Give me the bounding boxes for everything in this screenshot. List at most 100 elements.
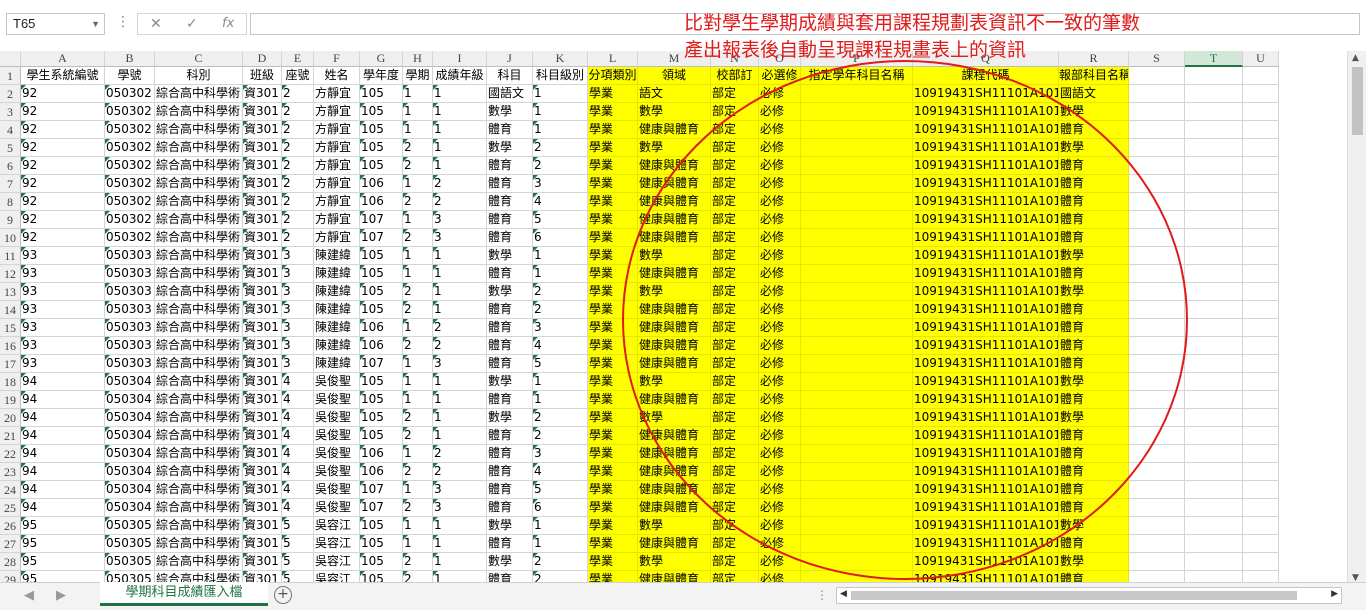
table-cell[interactable]: 10919431SH11101A1010815 [913,355,1059,373]
table-cell[interactable]: 資301 [243,337,282,355]
table-cell[interactable]: 107 [360,355,403,373]
table-cell[interactable]: 1 [533,103,588,121]
table-cell[interactable]: 92 [21,229,105,247]
table-cell[interactable]: 5 [282,535,314,553]
column-header-h[interactable]: H [403,51,433,67]
table-cell[interactable]: 95 [21,553,105,571]
table-cell[interactable]: 學業 [588,463,638,481]
table-cell[interactable]: 10919431SH11101A1010815 [913,463,1059,481]
table-cell[interactable]: 學業 [588,319,638,337]
header-cell[interactable]: 科目級別 [533,67,588,85]
table-cell[interactable]: 050305 [105,553,155,571]
table-cell[interactable]: 數學 [1059,409,1129,427]
table-cell[interactable]: 94 [21,445,105,463]
table-cell[interactable] [1243,103,1279,121]
table-cell[interactable]: 3 [282,319,314,337]
table-cell[interactable]: 3 [433,355,487,373]
table-cell[interactable] [1243,193,1279,211]
table-cell[interactable]: 1 [433,373,487,391]
table-cell[interactable]: 10919431SH11101A1010815 [913,481,1059,499]
row-header[interactable]: 5 [0,139,21,157]
table-cell[interactable]: 學業 [588,85,638,103]
table-cell[interactable]: 94 [21,409,105,427]
table-cell[interactable]: 3 [433,481,487,499]
table-cell[interactable] [801,301,913,319]
table-cell[interactable]: 部定 [711,391,759,409]
row-header[interactable]: 13 [0,283,21,301]
table-cell[interactable]: 學業 [588,445,638,463]
table-cell[interactable]: 6 [533,499,588,517]
table-cell[interactable] [1185,265,1243,283]
table-cell[interactable]: 10919431SH11101A1010815 [913,121,1059,139]
table-cell[interactable]: 部定 [711,265,759,283]
table-cell[interactable] [1129,103,1185,121]
header-cell[interactable]: 學號 [105,67,155,85]
table-cell[interactable]: 部定 [711,193,759,211]
table-cell[interactable]: 綜合高中科學術自然 [155,175,243,193]
table-cell[interactable]: 體育 [487,175,533,193]
table-cell[interactable] [1243,463,1279,481]
table-cell[interactable] [1129,499,1185,517]
table-cell[interactable]: 10919431SH11101A1010203 [913,283,1059,301]
table-cell[interactable]: 1 [403,373,433,391]
column-header-j[interactable]: J [487,51,533,67]
table-cell[interactable]: 體育 [487,211,533,229]
table-cell[interactable]: 106 [360,337,403,355]
table-cell[interactable]: 1 [533,535,588,553]
header-cell[interactable]: 領域 [638,67,711,85]
table-cell[interactable]: 部定 [711,301,759,319]
table-cell[interactable]: 93 [21,247,105,265]
table-cell[interactable]: 體育 [1059,355,1129,373]
table-cell[interactable]: 106 [360,463,403,481]
table-cell[interactable] [1243,175,1279,193]
table-cell[interactable]: 050304 [105,409,155,427]
table-cell[interactable]: 050302 [105,229,155,247]
table-cell[interactable]: 學業 [588,391,638,409]
table-cell[interactable]: 050304 [105,445,155,463]
table-cell[interactable]: 陳建緯 [314,319,360,337]
table-cell[interactable]: 必修 [759,481,801,499]
table-cell[interactable]: 4 [282,445,314,463]
table-cell[interactable] [1129,121,1185,139]
table-cell[interactable]: 體育 [1059,337,1129,355]
table-cell[interactable]: 綜合高中科學術自然 [155,499,243,517]
row-header[interactable]: 9 [0,211,21,229]
table-cell[interactable] [801,427,913,445]
table-cell[interactable]: 必修 [759,463,801,481]
table-cell[interactable]: 吳俊聖 [314,391,360,409]
table-cell[interactable] [1243,301,1279,319]
table-cell[interactable]: 數學 [1059,517,1129,535]
table-cell[interactable] [1129,355,1185,373]
table-cell[interactable] [1243,427,1279,445]
table-cell[interactable]: 10919431SH11101A1010815 [913,319,1059,337]
table-cell[interactable]: 綜合高中科學術自然 [155,445,243,463]
header-cell[interactable]: 科別 [155,67,243,85]
table-cell[interactable]: 必修 [759,535,801,553]
table-cell[interactable]: 95 [21,517,105,535]
table-cell[interactable]: 資301 [243,85,282,103]
table-cell[interactable]: 1 [433,553,487,571]
table-cell[interactable]: 105 [360,121,403,139]
table-cell[interactable]: 2 [433,445,487,463]
table-cell[interactable]: 1 [403,85,433,103]
table-cell[interactable]: 050304 [105,391,155,409]
table-cell[interactable]: 學業 [588,301,638,319]
table-cell[interactable]: 資301 [243,535,282,553]
table-cell[interactable]: 學業 [588,355,638,373]
row-header[interactable]: 19 [0,391,21,409]
table-cell[interactable]: 必修 [759,355,801,373]
table-cell[interactable]: 105 [360,535,403,553]
table-cell[interactable] [801,391,913,409]
table-cell[interactable] [801,517,913,535]
table-cell[interactable]: 部定 [711,283,759,301]
row-header[interactable]: 3 [0,103,21,121]
table-cell[interactable]: 2 [403,337,433,355]
table-cell[interactable]: 2 [403,499,433,517]
table-cell[interactable]: 資301 [243,463,282,481]
table-cell[interactable] [1185,193,1243,211]
table-cell[interactable]: 體育 [1059,427,1129,445]
table-cell[interactable]: 體育 [1059,319,1129,337]
table-cell[interactable]: 93 [21,319,105,337]
table-cell[interactable]: 4 [533,337,588,355]
table-cell[interactable]: 2 [533,427,588,445]
